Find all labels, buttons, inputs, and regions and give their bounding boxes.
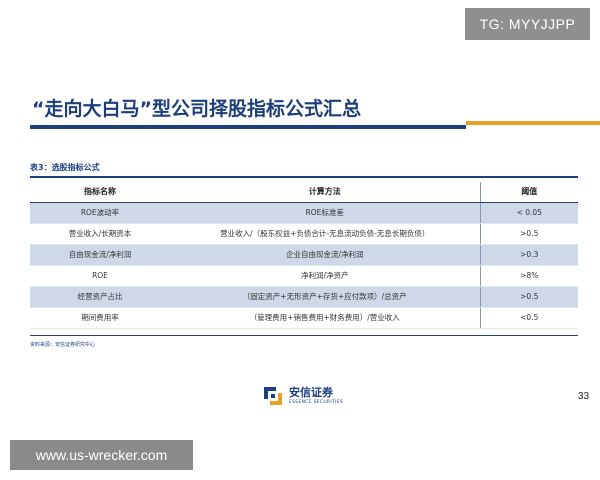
cell-formula: ROE标准差: [170, 202, 480, 224]
cell-indicator: ROE波动率: [30, 202, 170, 224]
slide-title: “走向大白马”型公司择股指标公式汇总: [32, 98, 361, 120]
cell-threshold: >0.3: [479, 244, 578, 266]
table-row: 期间费用率 （管理费用+销售费用+财务费用）/营业收入 <0.5: [30, 307, 578, 329]
header-threshold: 阈值: [479, 182, 578, 203]
logo-name-en: ESSENCE SECURITIES: [289, 400, 343, 405]
cell-threshold: < 0.05: [479, 202, 578, 224]
source-note: 资料来源：安信证券研究中心: [30, 342, 96, 348]
cell-formula: （管理费用+销售费用+财务费用）/营业收入: [170, 307, 480, 329]
cell-indicator: 自由现金流/净利润: [30, 244, 170, 266]
table-row: 自由现金流/净利润 企业自由现金流/净利润 >0.3: [30, 244, 578, 266]
table-row: 经营资产占比 （固定资产+无形资产+存货+应付款项）/总资产 >0.5: [30, 286, 578, 308]
cell-indicator: 营业收入/长期资本: [30, 223, 170, 245]
table-row: ROE 净利润/净资产 >8%: [30, 265, 578, 287]
title-rule-blue: [30, 125, 466, 129]
table-bottom-rule: [30, 335, 578, 336]
header-calculation: 计算方法: [170, 182, 480, 203]
cell-formula: 企业自由现金流/净利润: [170, 244, 480, 266]
cell-threshold: >8%: [479, 265, 578, 287]
cell-formula: 净利润/净资产: [170, 265, 480, 287]
table-row: ROE波动率 ROE标准差 < 0.05: [30, 202, 578, 224]
cell-indicator: 经营资产占比: [30, 286, 170, 308]
page-number: 33: [578, 391, 590, 402]
watermark-bottom: www.us-wrecker.com: [10, 440, 193, 470]
cell-threshold: >0.5: [479, 286, 578, 308]
cell-threshold: >0.5: [479, 223, 578, 245]
cell-threshold: <0.5: [479, 307, 578, 329]
metrics-table: 指标名称 计算方法 阈值 ROE波动率 ROE标准差 < 0.05 营业收入/长…: [30, 182, 578, 329]
logo-name-cn: 安信证券: [289, 386, 333, 399]
cell-formula: （固定资产+无形资产+存货+应付款项）/总资产: [170, 286, 480, 308]
company-logo: 安信证券 ESSENCE SECURITIES: [262, 381, 352, 411]
cell-formula: 营业收入/（股东权益+负债合计-无息流动负债-无息长期负债）: [170, 223, 480, 245]
table-header-row: 指标名称 计算方法 阈值: [30, 182, 578, 203]
watermark-top: TG: MYYJJPP: [465, 8, 590, 40]
essence-logo-icon: [264, 387, 282, 405]
caption-rule: [30, 176, 578, 178]
logo-text: 安信证券 ESSENCE SECURITIES: [289, 386, 343, 406]
title-rule-orange: [466, 121, 600, 125]
table-caption: 表3：选股指标公式: [30, 163, 100, 172]
table-row: 营业收入/长期资本 营业收入/（股东权益+负债合计-无息流动负债-无息长期负债）…: [30, 223, 578, 245]
cell-indicator: 期间费用率: [30, 307, 170, 329]
cell-indicator: ROE: [30, 265, 170, 287]
header-indicator-name: 指标名称: [30, 182, 170, 203]
